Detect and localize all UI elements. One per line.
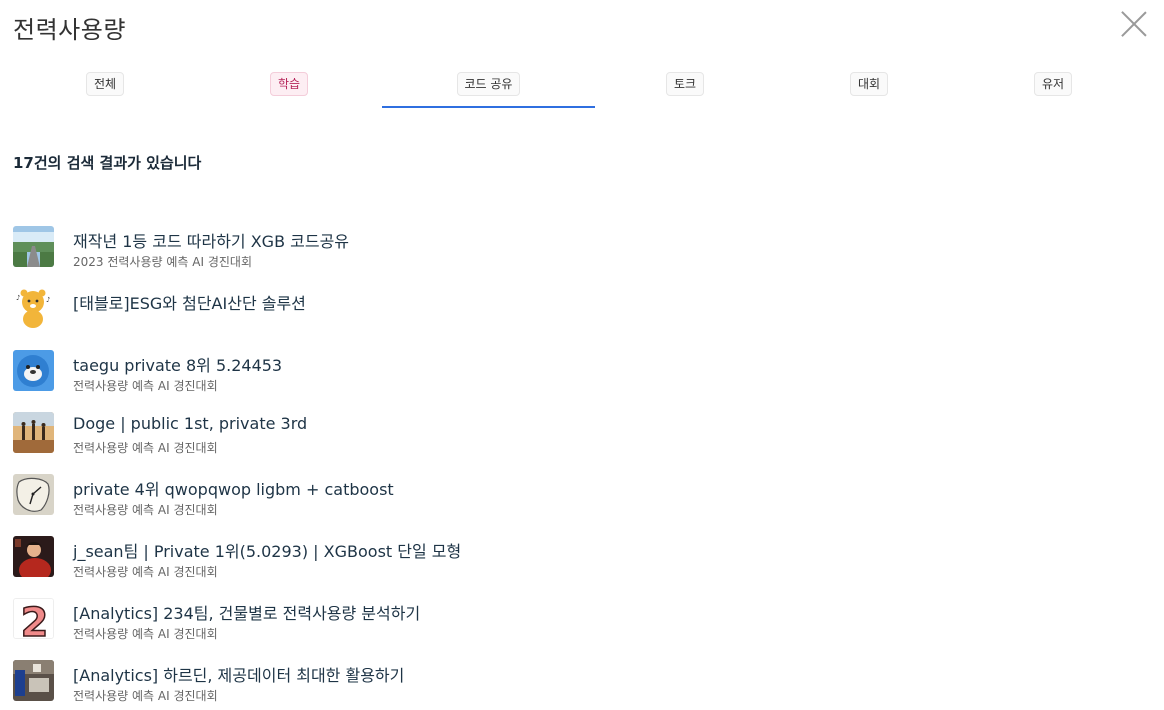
item-title: private 4위 qwopqwop ligbm + catboost bbox=[73, 480, 394, 499]
tab-competition-label: 대회 bbox=[849, 72, 889, 96]
item-title: Doge | public 1st, private 3rd bbox=[73, 414, 308, 433]
item-title: [태블로]ESG와 첨단AI산단 솔루션 bbox=[73, 294, 306, 313]
tab-code-share[interactable]: 코드 공유 bbox=[382, 62, 595, 108]
item-title: [Analytics] 하르딘, 제공데이터 최대한 활용하기 bbox=[73, 666, 405, 685]
item-title: j_sean팀 | Private 1위(5.0293) | XGBoost 단… bbox=[73, 542, 462, 561]
tab-learning-label: 학습 bbox=[269, 72, 309, 96]
item-subtitle: 전력사용량 예측 AI 경진대회 bbox=[73, 689, 218, 703]
list-item[interactable]: private 4위 qwopqwop ligbm + catboost 전력사… bbox=[13, 474, 1013, 518]
item-title: 재작년 1등 코드 따라하기 XGB 코드공유 bbox=[73, 232, 350, 251]
svg-text:♪: ♪ bbox=[46, 296, 50, 304]
tab-talk[interactable]: 토크 bbox=[592, 62, 778, 108]
thumbnail-bear: ♪ ♪ bbox=[13, 288, 54, 329]
close-icon[interactable] bbox=[1118, 6, 1150, 38]
thumbnail-number-two: 2 bbox=[13, 598, 54, 639]
list-item[interactable]: j_sean팀 | Private 1위(5.0293) | XGBoost 단… bbox=[13, 536, 1013, 580]
item-title: [Analytics] 234팀, 건물별로 전력사용량 분석하기 bbox=[73, 604, 421, 623]
result-count: 17건의 검색 결과가 있습니다 bbox=[13, 154, 202, 172]
thumbnail-landscape bbox=[13, 226, 54, 267]
tab-talk-label: 토크 bbox=[665, 72, 705, 96]
tab-all-label: 전체 bbox=[85, 72, 125, 96]
list-item[interactable]: [Analytics] 하르딘, 제공데이터 최대한 활용하기 전력사용량 예측… bbox=[13, 660, 1013, 704]
list-item[interactable]: taegu private 8위 5.24453 전력사용량 예측 AI 경진대… bbox=[13, 350, 1013, 394]
item-title: taegu private 8위 5.24453 bbox=[73, 356, 283, 375]
thumbnail-person bbox=[13, 536, 54, 577]
thumbnail-melting-clock bbox=[13, 474, 54, 515]
item-subtitle: 2023 전력사용량 예측 AI 경진대회 bbox=[73, 255, 252, 269]
tab-users[interactable]: 유저 bbox=[960, 62, 1146, 108]
svg-text:♪: ♪ bbox=[16, 294, 20, 302]
item-subtitle: 전력사용량 예측 AI 경진대회 bbox=[73, 379, 218, 393]
item-subtitle: 전력사용량 예측 AI 경진대회 bbox=[73, 627, 218, 641]
tab-users-label: 유저 bbox=[1033, 72, 1073, 96]
item-subtitle: 전력사용량 예측 AI 경진대회 bbox=[73, 503, 218, 517]
tab-learning[interactable]: 학습 bbox=[196, 62, 382, 108]
tab-competition[interactable]: 대회 bbox=[776, 62, 962, 108]
list-item[interactable]: Doge | public 1st, private 3rd 전력사용량 예측 … bbox=[13, 412, 1013, 456]
thumbnail-blue-bird bbox=[13, 350, 54, 391]
list-item[interactable]: 2 [Analytics] 234팀, 건물별로 전력사용량 분석하기 전력사용… bbox=[13, 598, 1013, 642]
thumbnail-desert-riders bbox=[13, 412, 54, 453]
search-category-tabs: 전체 학습 코드 공유 토크 대회 유저 bbox=[12, 62, 1152, 108]
item-subtitle: 전력사용량 예측 AI 경진대회 bbox=[73, 441, 218, 455]
list-item[interactable]: ♪ ♪ [태블로]ESG와 첨단AI산단 솔루션 bbox=[13, 288, 1013, 332]
tab-all[interactable]: 전체 bbox=[12, 62, 198, 108]
item-subtitle: 전력사용량 예측 AI 경진대회 bbox=[73, 565, 218, 579]
page-title: 전력사용량 bbox=[13, 16, 126, 44]
tab-code-share-label: 코드 공유 bbox=[456, 72, 521, 96]
thumbnail-room bbox=[13, 660, 54, 701]
list-item[interactable]: 재작년 1등 코드 따라하기 XGB 코드공유 2023 전력사용량 예측 AI… bbox=[13, 226, 1013, 270]
thumbnail-digit: 2 bbox=[21, 600, 49, 639]
